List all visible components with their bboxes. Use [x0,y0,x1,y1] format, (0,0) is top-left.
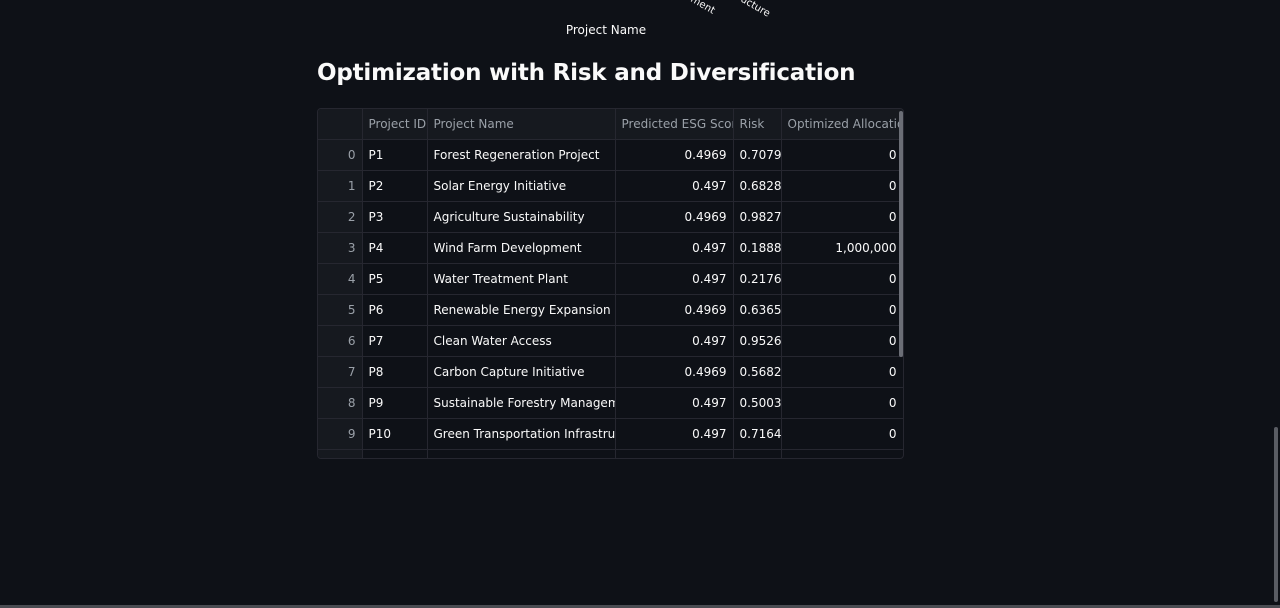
esg-score-cell[interactable]: 0.4969 [615,294,734,326]
allocation-cell[interactable]: 0 [781,387,903,419]
project-name-cell[interactable]: Agriculture Sustainability [427,201,616,233]
section-heading: Optimization with Risk and Diversificati… [317,60,856,86]
allocation-cell[interactable]: 0 [781,356,903,388]
project-id-cell[interactable]: P7 [362,325,428,357]
esg-score-cell[interactable]: 0.4969 [615,356,734,388]
partial-cell [615,449,734,458]
page-scrollbar-thumb[interactable] [1274,427,1278,602]
project-id-cell[interactable]: P1 [362,139,428,171]
column-header-index[interactable] [318,109,363,140]
x-axis-title: Project Name [565,23,647,37]
table-row[interactable]: 0 P1 Forest Regeneration Project 0.4969 0.70… [318,139,903,171]
risk-cell[interactable]: 0.9827 [733,201,782,233]
esg-score-cell[interactable]: 0.497 [615,325,734,357]
risk-cell[interactable]: 0.2176 [733,263,782,295]
column-header-risk[interactable]: Risk [733,109,782,140]
project-id-cell[interactable]: P9 [362,387,428,419]
project-id-cell[interactable]: P6 [362,294,428,326]
risk-cell[interactable]: 0.6365 [733,294,782,326]
column-header-esg-score[interactable]: Predicted ESG Score [615,109,734,140]
allocation-cell[interactable]: 0 [781,325,903,357]
project-name-cell[interactable]: Clean Water Access [427,325,616,357]
table-row[interactable]: 4 P5 Water Treatment Plant 0.497 0.2176 0 [318,263,903,295]
column-header-project-id[interactable]: Project ID [362,109,428,140]
project-id-cell[interactable]: P10 [362,418,428,450]
dataframe-table[interactable]: Project ID Project Name Predicted ESG Sc… [317,108,904,459]
allocation-cell[interactable]: 0 [781,294,903,326]
allocation-cell[interactable]: 0 [781,139,903,171]
esg-score-cell[interactable]: 0.497 [615,418,734,450]
row-index-cell[interactable]: 4 [318,263,363,295]
esg-score-cell[interactable]: 0.4969 [615,201,734,233]
row-index-cell[interactable]: 1 [318,170,363,202]
allocation-cell[interactable]: 0 [781,170,903,202]
esg-score-cell[interactable]: 0.497 [615,263,734,295]
table-scrollbar[interactable] [899,111,903,357]
table-row-partial [318,449,903,458]
risk-cell[interactable]: 0.7079 [733,139,782,171]
table-row[interactable]: 7 P8 Carbon Capture Initiative 0.4969 0.5682… [318,356,903,388]
risk-cell[interactable]: 0.5682 [733,356,782,388]
table-row[interactable]: 6 P7 Clean Water Access 0.497 0.9526 0 [318,325,903,357]
table-row[interactable]: 2 P3 Agriculture Sustainability 0.4969 0.982… [318,201,903,233]
project-name-cell[interactable]: Carbon Capture Initiative [427,356,616,388]
allocation-cell[interactable]: 0 [781,418,903,450]
partial-cell [733,449,782,458]
risk-cell[interactable]: 0.1888 [733,232,782,264]
row-index-cell[interactable]: 5 [318,294,363,326]
data-grid: Project ID Project Name Predicted ESG Sc… [318,109,903,458]
project-name-cell[interactable]: Renewable Energy Expansion [427,294,616,326]
table-row[interactable]: 5 P6 Renewable Energy Expansion 0.4969 0.636… [318,294,903,326]
esg-score-cell[interactable]: 0.497 [615,387,734,419]
chart-fragment: ment ucture Project Name [0,0,1280,48]
header-row: Project ID Project Name Predicted ESG Sc… [318,109,903,140]
x-tick-label: ment [688,0,717,17]
x-tick-label: ucture [738,0,772,20]
partial-cell [427,449,616,458]
allocation-cell[interactable]: 1,000,000 [781,232,903,264]
project-name-cell[interactable]: Water Treatment Plant [427,263,616,295]
risk-cell[interactable]: 0.6828 [733,170,782,202]
project-id-cell[interactable]: P2 [362,170,428,202]
row-index-cell[interactable]: 0 [318,139,363,171]
esg-score-cell[interactable]: 0.497 [615,232,734,264]
partial-cell [362,449,428,458]
column-header-project-name[interactable]: Project Name [427,109,616,140]
partial-cell [781,449,903,458]
project-name-cell[interactable]: Wind Farm Development [427,232,616,264]
allocation-cell[interactable]: 0 [781,201,903,233]
esg-score-cell[interactable]: 0.4969 [615,139,734,171]
project-id-cell[interactable]: P5 [362,263,428,295]
risk-cell[interactable]: 0.7164 [733,418,782,450]
project-name-cell[interactable]: Solar Energy Initiative [427,170,616,202]
esg-score-cell[interactable]: 0.497 [615,170,734,202]
allocation-cell[interactable]: 0 [781,263,903,295]
project-name-cell[interactable]: Forest Regeneration Project [427,139,616,171]
column-header-allocation[interactable]: Optimized Allocation [781,109,903,140]
project-id-cell[interactable]: P3 [362,201,428,233]
project-id-cell[interactable]: P4 [362,232,428,264]
row-index-cell[interactable]: 3 [318,232,363,264]
risk-cell[interactable]: 0.9526 [733,325,782,357]
partial-cell [318,449,363,458]
project-name-cell[interactable]: Sustainable Forestry Management [427,387,616,419]
row-index-cell[interactable]: 6 [318,325,363,357]
page-scrollbar-track[interactable] [1272,0,1280,608]
row-index-cell[interactable]: 7 [318,356,363,388]
row-index-cell[interactable]: 2 [318,201,363,233]
row-index-cell[interactable]: 8 [318,387,363,419]
table-row[interactable]: 9P10Green Transportation Infrastructure0… [318,418,903,450]
table-row[interactable]: 8P9Sustainable Forestry Management0.4970… [318,387,903,419]
table-row[interactable]: 3 P4 Wind Farm Development 0.497 0.1888 1,000… [318,232,903,264]
project-id-cell[interactable]: P8 [362,356,428,388]
project-name-cell[interactable]: Green Transportation Infrastructure [427,418,616,450]
table-row[interactable]: 1 P2 Solar Energy Initiative 0.497 0.6828 0 [318,170,903,202]
row-index-cell[interactable]: 9 [318,418,363,450]
risk-cell[interactable]: 0.5003 [733,387,782,419]
